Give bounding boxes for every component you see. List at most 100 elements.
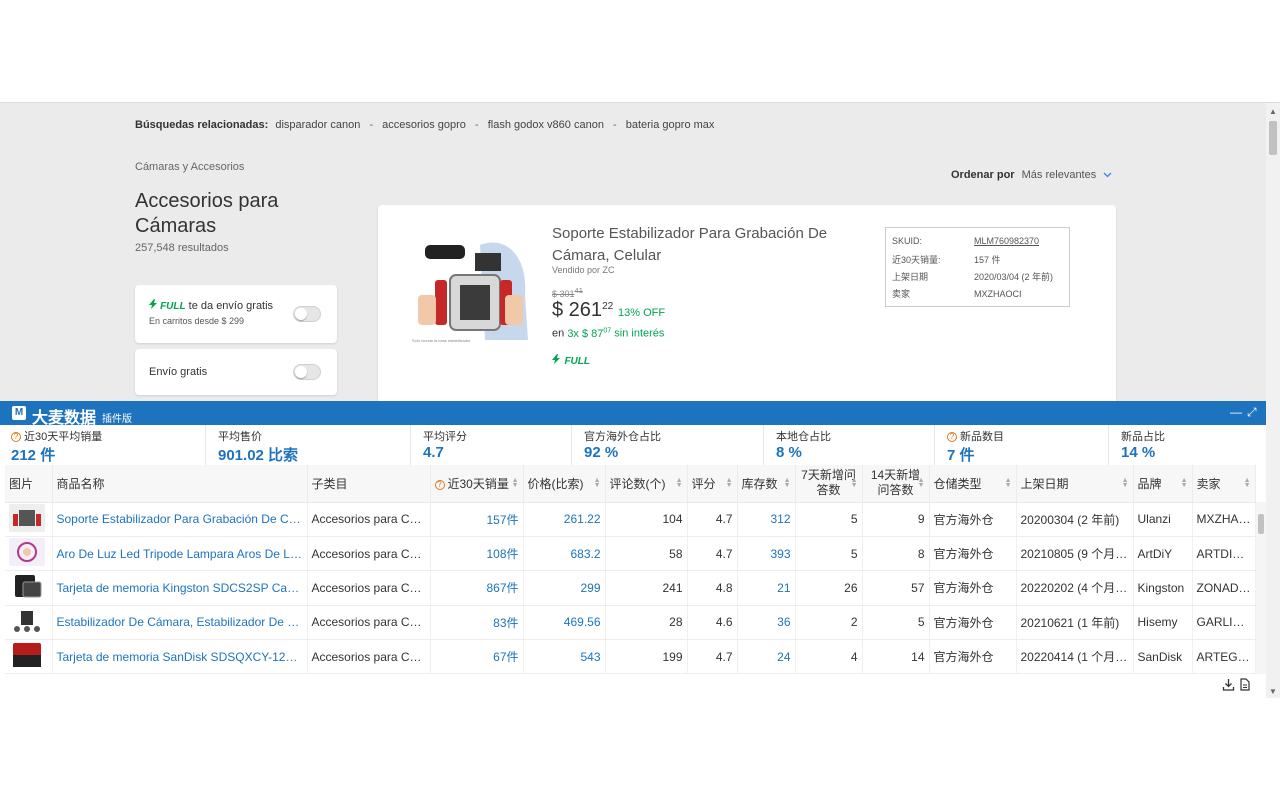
sort-icon[interactable]: ▲ ▼	[512, 477, 519, 489]
full-shipping-toggle[interactable]	[293, 306, 321, 322]
col-header-reviews[interactable]: 评论数(个) ▲ ▼	[605, 465, 688, 503]
row-sales[interactable]: 108件	[430, 536, 524, 572]
export-file-icon[interactable]	[1239, 678, 1251, 694]
col-header-sales[interactable]: ? 近30天销量 ▲ ▼	[430, 465, 524, 503]
product-image[interactable]: Solo cuesta la base estabilizador	[410, 235, 528, 345]
expand-icon[interactable]: ⤢	[1247, 405, 1257, 420]
sort-icon[interactable]: ▲ ▼	[1244, 477, 1251, 489]
row-name[interactable]: Soporte Estabilizador Para Grabación De …	[52, 502, 308, 537]
row-thumbnail[interactable]	[5, 536, 53, 572]
sort-icon[interactable]: ▲ ▼	[676, 477, 683, 489]
row-qa7: 26	[795, 570, 863, 606]
sort-control[interactable]: Ordenar por Más relevantes	[951, 169, 1112, 181]
filter-full-shipping[interactable]: FULL te da envío gratis En carritos desd…	[135, 285, 337, 343]
col-header-warehouse[interactable]: 仓储类型 ▲ ▼	[929, 465, 1017, 503]
results-count: 257,548 resultados	[135, 242, 229, 254]
col-header-qa7[interactable]: 7天新增问答数 ▲ ▼	[795, 465, 863, 503]
sort-icon[interactable]: ▲ ▼	[918, 477, 925, 489]
row-qa7: 4	[795, 639, 863, 675]
row-price[interactable]: 683.2	[523, 536, 606, 572]
help-icon[interactable]: ?	[11, 432, 21, 442]
sort-icon[interactable]: ▲ ▼	[1005, 477, 1012, 489]
table-scrollbar-thumb[interactable]	[1258, 514, 1264, 534]
col-header-date-label: 上架日期	[1020, 476, 1069, 491]
sort-value[interactable]: Más relevantes	[1022, 169, 1097, 181]
row-price[interactable]: 261.22	[523, 502, 606, 537]
related-link-1[interactable]: disparador canon	[275, 119, 360, 131]
row-thumbnail[interactable]	[5, 639, 53, 675]
row-thumbnail[interactable]	[5, 605, 53, 641]
table-row[interactable]: Tarjeta de memoria Kingston SDCS2SP Canv…	[5, 570, 1256, 606]
col-header-reviews-label: 评论数(个)	[609, 476, 666, 491]
sort-icon[interactable]: ▲ ▼	[726, 477, 733, 489]
row-qa7: 2	[795, 605, 863, 641]
row-stock[interactable]: 21	[737, 570, 796, 606]
table-row[interactable]: Aro De Luz Led Tripode Lampara Aros De L…	[5, 536, 1256, 572]
product-title[interactable]: Soporte Estabilizador Para Grabación De …	[552, 223, 852, 267]
product-card[interactable]: Solo cuesta la base estabilizador Soport…	[378, 205, 1116, 401]
row-sales[interactable]: 867件	[430, 570, 524, 606]
col-header-name: 商品名称	[52, 465, 308, 503]
minimize-icon[interactable]: —	[1230, 405, 1242, 419]
row-price[interactable]: 469.56	[523, 605, 606, 641]
sort-icon[interactable]: ▲ ▼	[1181, 477, 1188, 489]
related-link-3[interactable]: flash godox v860 canon	[488, 119, 604, 131]
info-skuid-value[interactable]: MLM760982370	[974, 236, 1039, 246]
row-price[interactable]: 299	[523, 570, 606, 606]
col-header-stock[interactable]: 库存数 ▲ ▼	[737, 465, 796, 503]
col-header-seller[interactable]: 卖家 ▲ ▼	[1192, 465, 1256, 503]
col-header-brand[interactable]: 品牌 ▲ ▼	[1133, 465, 1193, 503]
scroll-down-icon[interactable]: ▼	[1269, 687, 1277, 696]
row-name[interactable]: Tarjeta de memoria Kingston SDCS2SP Canv…	[52, 570, 308, 606]
chevron-down-icon[interactable]	[1103, 169, 1112, 181]
row-name[interactable]: Aro De Luz Led Tripode Lampara Aros De L…	[52, 536, 308, 572]
row-stock[interactable]: 312	[737, 502, 796, 537]
row-date: 20210805 (9 个月前)	[1016, 536, 1134, 572]
help-icon[interactable]: ?	[947, 432, 957, 442]
row-price[interactable]: 543	[523, 639, 606, 675]
breadcrumb[interactable]: Cámaras y Accesorios	[135, 161, 244, 173]
stat-value: 8 %	[776, 444, 802, 461]
help-icon[interactable]: ?	[434, 479, 445, 490]
row-sales[interactable]: 67件	[430, 639, 524, 675]
row-sales[interactable]: 157件	[430, 502, 524, 537]
sort-icon[interactable]: ▲ ▼	[1122, 477, 1129, 489]
row-date: 20200304 (2 年前)	[1016, 502, 1134, 537]
col-header-rating[interactable]: 评分 ▲ ▼	[687, 465, 738, 503]
filter-free-label: Envío gratis	[149, 366, 208, 378]
table-scrollbar[interactable]	[1256, 502, 1266, 674]
installments-amount: 3x $ 8707	[567, 327, 611, 340]
row-thumbnail[interactable]	[5, 570, 53, 606]
scrollbar-thumb[interactable]	[1269, 121, 1277, 155]
download-icon[interactable]	[1222, 679, 1239, 694]
product-full-badge: FULL	[552, 351, 590, 369]
row-qa14: 5	[862, 605, 930, 641]
row-category: Accesorios para Celulares	[307, 639, 431, 675]
row-stock[interactable]: 36	[737, 605, 796, 641]
row-category: Accesorios para Cámaras	[307, 536, 431, 572]
row-qa7: 5	[795, 536, 863, 572]
row-sales[interactable]: 83件	[430, 605, 524, 641]
col-header-date[interactable]: 上架日期 ▲ ▼	[1016, 465, 1134, 503]
related-link-4[interactable]: bateria gopro max	[626, 119, 715, 131]
related-link-2[interactable]: accesorios gopro	[382, 119, 466, 131]
col-header-price[interactable]: 价格(比索) ▲ ▼	[523, 465, 606, 503]
free-shipping-toggle[interactable]	[293, 364, 321, 380]
row-stock[interactable]: 393	[737, 536, 796, 572]
sort-icon[interactable]: ▲ ▼	[851, 477, 858, 489]
row-name[interactable]: Tarjeta de memoria SanDisk SDSQXCY-128G-…	[52, 639, 308, 675]
page-scrollbar[interactable]: ▲ ▼	[1266, 103, 1280, 698]
scroll-up-icon[interactable]: ▲	[1269, 107, 1277, 116]
col-header-qa14[interactable]: 14天新增问答数 ▲ ▼	[862, 465, 930, 503]
table-row[interactable]: Soporte Estabilizador Para Grabación De …	[5, 502, 1256, 537]
row-date: 20220414 (1 个月前)	[1016, 639, 1134, 675]
table-row[interactable]: Tarjeta de memoria SanDisk SDSQXCY-128G-…	[5, 639, 1256, 675]
filter-free-shipping[interactable]: Envío gratis	[135, 349, 337, 395]
row-stock[interactable]: 24	[737, 639, 796, 675]
sort-icon[interactable]: ▲ ▼	[784, 477, 791, 489]
table-row[interactable]: Estabilizador De Cámara, Estabilizador D…	[5, 605, 1256, 641]
row-thumbnail[interactable]	[5, 502, 53, 537]
product-image-caption: Solo cuesta la base estabilizador	[412, 338, 471, 343]
row-name[interactable]: Estabilizador De Cámara, Estabilizador D…	[52, 605, 308, 641]
sort-icon[interactable]: ▲ ▼	[594, 477, 601, 489]
